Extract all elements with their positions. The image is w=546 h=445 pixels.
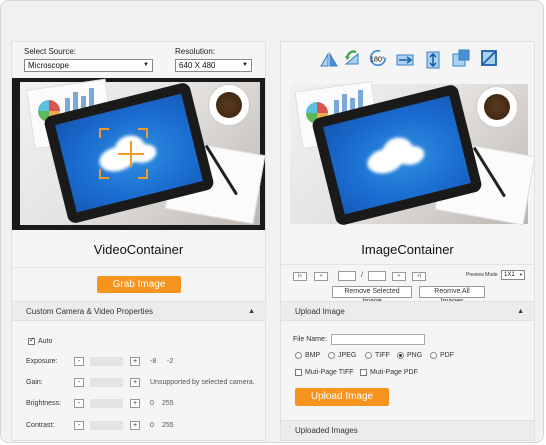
contrast-label: Contrast: (26, 422, 55, 429)
source-select[interactable]: Microscope ▼ (24, 59, 153, 72)
exposure-max: -2 (167, 358, 174, 365)
total-pages-input[interactable] (368, 271, 386, 281)
video-panel: Select Source: Microscope ▼ Resolution: … (11, 41, 266, 441)
exposure-increase-button[interactable]: + (130, 357, 140, 366)
chevron-down-icon: ▼ (519, 272, 523, 277)
captured-image (290, 80, 534, 227)
crop-icon[interactable] (479, 48, 499, 68)
exposure-slider[interactable] (90, 357, 123, 366)
gain-label: Gain: (26, 379, 43, 386)
video-container[interactable] (12, 78, 265, 230)
exposure-label: Exposure: (26, 358, 58, 365)
upload-section-title: Upload Image (295, 307, 345, 316)
contrast-min: 0 (150, 422, 154, 429)
format-png-label: PNG (407, 352, 423, 359)
auto-checkbox[interactable] (28, 336, 35, 345)
source-select-value: Microscope (28, 61, 69, 70)
multipage-pdf-label: Muti-Page PDF (370, 369, 418, 376)
page-separator: / (361, 272, 363, 279)
upload-section-header[interactable]: Upload Image ▲ (281, 301, 534, 321)
camera-properties-title: Custom Camera & Video Properties (26, 307, 154, 316)
brightness-max: 255 (162, 400, 174, 407)
resolution-select[interactable]: 640 X 480 ▼ (175, 59, 252, 72)
chevron-down-icon: ▼ (242, 62, 248, 68)
first-page-button[interactable]: |« (293, 272, 307, 281)
multipage-pdf-checkbox[interactable] (360, 369, 367, 376)
last-page-button[interactable]: »| (412, 272, 426, 281)
chevron-down-icon: ▼ (143, 62, 149, 68)
contrast-slider[interactable] (90, 421, 123, 430)
brightness-label: Brightness: (26, 400, 62, 407)
rotate-180-icon[interactable]: 180° (368, 48, 388, 68)
format-tiff-label: TIFF (375, 352, 390, 359)
format-pdf-radio[interactable] (430, 352, 437, 359)
next-page-button[interactable]: » (392, 272, 406, 281)
video-container-title: VideoContainer (93, 242, 184, 257)
image-container[interactable] (281, 78, 534, 230)
brightness-slider[interactable] (90, 399, 123, 408)
resolution-label: Resolution: (175, 47, 216, 56)
format-bmp-radio[interactable] (295, 352, 302, 359)
format-jpeg-label: JPEG (338, 352, 357, 359)
svg-text:180°: 180° (370, 55, 385, 64)
gain-decrease-button[interactable]: - (74, 378, 84, 387)
resolution-select-value: 640 X 480 (179, 61, 216, 70)
upload-image-button[interactable]: Upload Image (295, 388, 389, 406)
grab-image-button[interactable]: Grab Image (97, 276, 181, 293)
contrast-decrease-button[interactable]: - (74, 421, 84, 430)
format-png-radio[interactable] (397, 352, 404, 359)
uploaded-images-header[interactable]: Uploaded Images (281, 420, 534, 440)
flip-horizontal-icon[interactable] (319, 50, 339, 70)
uploaded-images-title: Uploaded Images (295, 426, 358, 435)
rotate-left-icon[interactable] (342, 48, 362, 68)
brightness-increase-button[interactable]: + (130, 399, 140, 408)
image-container-title: ImageContainer (361, 242, 454, 257)
file-name-label: File Name: (293, 336, 327, 343)
preview-mode-select[interactable]: 1X1 ▼ (501, 270, 525, 280)
format-jpeg-radio[interactable] (328, 352, 335, 359)
camera-properties-header[interactable]: Custom Camera & Video Properties ▲ (12, 301, 265, 321)
multipage-tiff-label: Muti-Page TIFF (305, 369, 354, 376)
multipage-tiff-checkbox[interactable] (295, 369, 302, 376)
current-page-input[interactable] (338, 271, 356, 281)
gain-note: Unsupported by selected camera. (150, 379, 255, 386)
format-tiff-radio[interactable] (365, 352, 372, 359)
contrast-increase-button[interactable]: + (130, 421, 140, 430)
mirror-icon[interactable] (395, 50, 415, 70)
resize-icon[interactable] (451, 48, 471, 68)
brightness-decrease-button[interactable]: - (74, 399, 84, 408)
format-bmp-label: BMP (305, 352, 321, 359)
exposure-decrease-button[interactable]: - (74, 357, 84, 366)
preview-mode-value: 1X1 (504, 272, 515, 278)
app-frame: Select Source: Microscope ▼ Resolution: … (0, 0, 544, 443)
brightness-min: 0 (150, 400, 154, 407)
contrast-max: 255 (162, 422, 174, 429)
preview-mode-label: Preview Mode (466, 272, 498, 278)
prev-page-button[interactable]: « (314, 272, 328, 281)
exposure-min: -8 (150, 358, 157, 365)
file-name-input[interactable] (331, 334, 425, 345)
gain-increase-button[interactable]: + (130, 378, 140, 387)
collapse-icon: ▲ (517, 308, 524, 315)
remove-all-button[interactable]: Reomve All Images (419, 286, 485, 305)
auto-label: Auto (38, 338, 53, 345)
remove-selected-button[interactable]: Remove Selected Image (332, 286, 412, 305)
image-panel: 180° ImageContainer |« « / » »| Preview … (280, 41, 535, 441)
collapse-icon: ▲ (248, 308, 255, 315)
select-source-label: Select Source: (24, 47, 77, 56)
gain-slider[interactable] (90, 378, 123, 387)
format-pdf-label: PDF (440, 352, 454, 359)
flip-vertical-icon[interactable] (423, 50, 443, 70)
